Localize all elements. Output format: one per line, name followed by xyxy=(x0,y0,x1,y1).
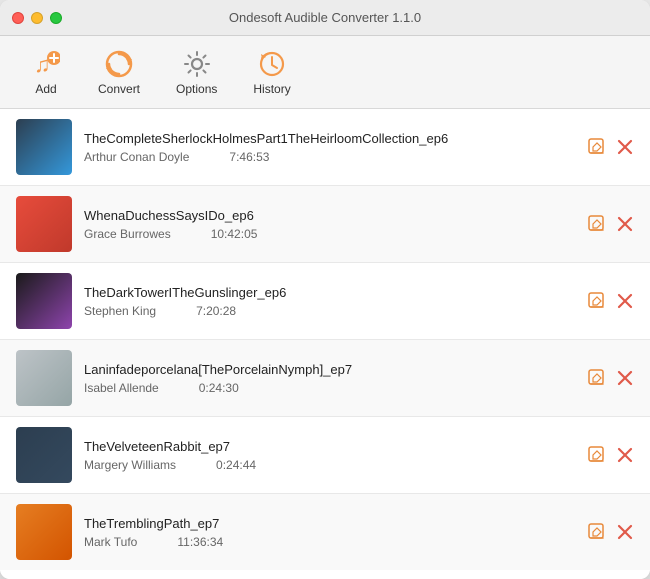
item-info: TheCompleteSherlockHolmesPart1TheHeirloo… xyxy=(84,131,576,164)
item-meta: Grace Burrowes 10:42:05 xyxy=(84,227,576,241)
edit-button[interactable] xyxy=(588,292,606,310)
cover-art xyxy=(16,119,72,175)
cover-art xyxy=(16,427,72,483)
convert-button[interactable]: Convert xyxy=(84,42,154,102)
list-item: TheCompleteSherlockHolmesPart1TheHeirloo… xyxy=(0,109,650,186)
maximize-button[interactable] xyxy=(50,12,62,24)
item-title: TheDarkTowerITheGunslinger_ep6 xyxy=(84,285,576,300)
item-duration: 0:24:44 xyxy=(216,458,256,472)
history-button[interactable]: History xyxy=(239,42,304,102)
toolbar: ♫ Add Convert xyxy=(0,36,650,109)
item-title: TheCompleteSherlockHolmesPart1TheHeirloo… xyxy=(84,131,576,146)
item-author: Margery Williams xyxy=(84,458,176,472)
edit-button[interactable] xyxy=(588,369,606,387)
options-button[interactable]: Options xyxy=(162,42,231,102)
add-button[interactable]: ♫ Add xyxy=(16,42,76,102)
title-bar: Ondesoft Audible Converter 1.1.0 xyxy=(0,0,650,36)
delete-button[interactable] xyxy=(616,446,634,464)
history-label: History xyxy=(253,82,290,96)
cover-art xyxy=(16,504,72,560)
cover-placeholder xyxy=(16,273,72,329)
cover-placeholder xyxy=(16,119,72,175)
traffic-lights xyxy=(12,12,62,24)
options-label: Options xyxy=(176,82,217,96)
cover-art xyxy=(16,196,72,252)
convert-icon xyxy=(103,48,135,80)
item-actions xyxy=(588,138,634,156)
cover-art xyxy=(16,273,72,329)
item-actions xyxy=(588,446,634,464)
list-item: Laninfadeporcelana[ThePorcelainNymph]_ep… xyxy=(0,340,650,417)
item-actions xyxy=(588,523,634,541)
item-meta: Margery Williams 0:24:44 xyxy=(84,458,576,472)
add-label: Add xyxy=(35,82,56,96)
edit-button[interactable] xyxy=(588,138,606,156)
cover-placeholder xyxy=(16,504,72,560)
item-author: Grace Burrowes xyxy=(84,227,171,241)
list-item: WhenaDuchessSaysIDo_ep6 Grace Burrowes 1… xyxy=(0,186,650,263)
item-actions xyxy=(588,369,634,387)
item-info: TheVelveteenRabbit_ep7 Margery Williams … xyxy=(84,439,576,472)
edit-button[interactable] xyxy=(588,523,606,541)
item-actions xyxy=(588,292,634,310)
item-meta: Isabel Allende 0:24:30 xyxy=(84,381,576,395)
item-duration: 7:20:28 xyxy=(196,304,236,318)
edit-button[interactable] xyxy=(588,446,606,464)
item-duration: 11:36:34 xyxy=(177,535,223,549)
item-title: Laninfadeporcelana[ThePorcelainNymph]_ep… xyxy=(84,362,576,377)
item-title: TheVelveteenRabbit_ep7 xyxy=(84,439,576,454)
cover-placeholder xyxy=(16,427,72,483)
delete-button[interactable] xyxy=(616,292,634,310)
item-author: Isabel Allende xyxy=(84,381,159,395)
add-icon: ♫ xyxy=(30,48,62,80)
window-title: Ondesoft Audible Converter 1.1.0 xyxy=(229,10,421,25)
app-window: Ondesoft Audible Converter 1.1.0 ♫ Add xyxy=(0,0,650,579)
cover-art xyxy=(16,350,72,406)
item-title: TheTremblingPath_ep7 xyxy=(84,516,576,531)
convert-label: Convert xyxy=(98,82,140,96)
item-actions xyxy=(588,215,634,233)
delete-button[interactable] xyxy=(616,523,634,541)
item-info: Laninfadeporcelana[ThePorcelainNymph]_ep… xyxy=(84,362,576,395)
delete-button[interactable] xyxy=(616,215,634,233)
delete-button[interactable] xyxy=(616,138,634,156)
delete-button[interactable] xyxy=(616,369,634,387)
close-button[interactable] xyxy=(12,12,24,24)
cover-placeholder xyxy=(16,350,72,406)
item-info: WhenaDuchessSaysIDo_ep6 Grace Burrowes 1… xyxy=(84,208,576,241)
minimize-button[interactable] xyxy=(31,12,43,24)
item-info: TheTremblingPath_ep7 Mark Tufo 11:36:34 xyxy=(84,516,576,549)
edit-button[interactable] xyxy=(588,215,606,233)
history-icon xyxy=(256,48,288,80)
content-list: TheCompleteSherlockHolmesPart1TheHeirloo… xyxy=(0,109,650,579)
item-author: Mark Tufo xyxy=(84,535,137,549)
list-item: TheTremblingPath_ep7 Mark Tufo 11:36:34 xyxy=(0,494,650,570)
item-duration: 0:24:30 xyxy=(199,381,239,395)
item-duration: 7:46:53 xyxy=(229,150,269,164)
item-author: Stephen King xyxy=(84,304,156,318)
cover-placeholder xyxy=(16,196,72,252)
item-meta: Mark Tufo 11:36:34 xyxy=(84,535,576,549)
list-item: TheVelveteenRabbit_ep7 Margery Williams … xyxy=(0,417,650,494)
item-info: TheDarkTowerITheGunslinger_ep6 Stephen K… xyxy=(84,285,576,318)
options-icon xyxy=(181,48,213,80)
item-author: Arthur Conan Doyle xyxy=(84,150,189,164)
item-title: WhenaDuchessSaysIDo_ep6 xyxy=(84,208,576,223)
item-meta: Stephen King 7:20:28 xyxy=(84,304,576,318)
list-item: TheDarkTowerITheGunslinger_ep6 Stephen K… xyxy=(0,263,650,340)
item-meta: Arthur Conan Doyle 7:46:53 xyxy=(84,150,576,164)
item-duration: 10:42:05 xyxy=(211,227,258,241)
